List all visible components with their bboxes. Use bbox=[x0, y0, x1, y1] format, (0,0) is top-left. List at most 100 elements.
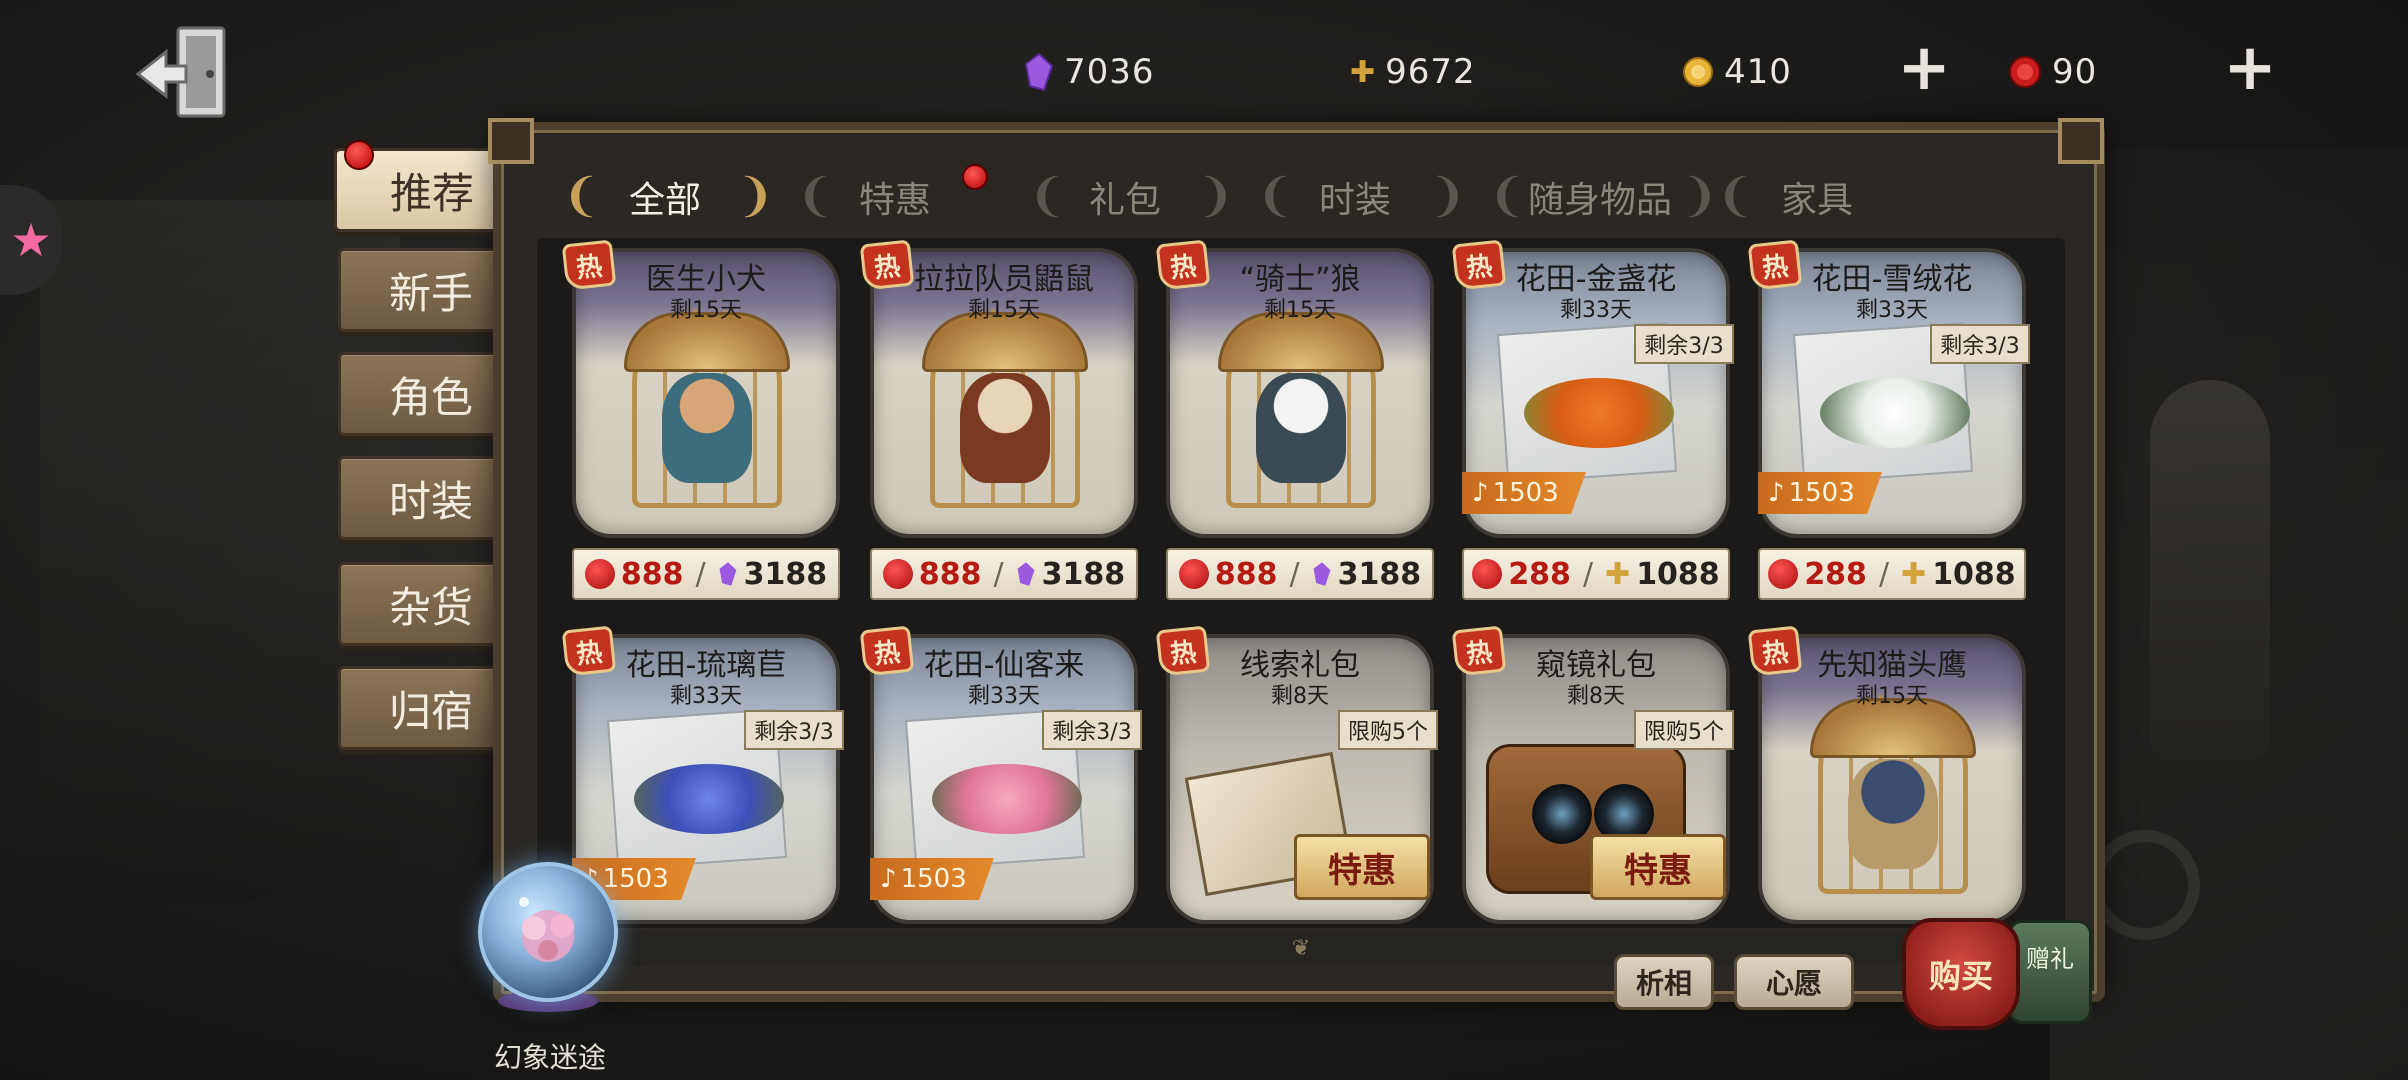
notes-badge: ♪1503 bbox=[1758, 472, 1882, 514]
price-seals: 888 bbox=[918, 556, 982, 592]
item-card[interactable]: “骑士”狼 剩15天 热 bbox=[1155, 239, 1434, 538]
item-card[interactable]: 花田-金盏花 剩33天 剩余3/3 ♪ 1503 热 bbox=[1451, 239, 1734, 538]
tab-sale[interactable]: 特惠 bbox=[830, 160, 960, 234]
hot-badge: 热 bbox=[859, 239, 915, 291]
sidebar-item-label: 归宿 bbox=[388, 686, 473, 736]
tab-accessory[interactable]: 随身物品 bbox=[1500, 160, 1700, 234]
item-card[interactable]: 花田-雪绒花 剩33天 剩余3/3 ♪ 1503 热 bbox=[1747, 239, 2030, 538]
remaining-badge: 剩余3/3 bbox=[1042, 710, 1142, 750]
cyclamen-flowers-icon bbox=[932, 764, 1082, 834]
price-bar[interactable]: 288 / ✚ 1088 bbox=[1758, 548, 2026, 600]
notes-badge: ♪1503 bbox=[1462, 472, 1586, 514]
price-separator: / bbox=[1289, 556, 1300, 592]
laurel-left-icon: ❨ bbox=[1256, 168, 1295, 222]
flying-squirrel-icon bbox=[960, 373, 1050, 483]
event-snow-globe-button[interactable] bbox=[478, 862, 618, 1002]
tab-gift-pack[interactable]: 礼包 bbox=[1060, 160, 1190, 234]
item-time-left: 剩33天 bbox=[670, 684, 742, 709]
purple-gem-icon bbox=[719, 562, 737, 586]
panel-corner-ornament bbox=[2058, 118, 2104, 164]
notification-dot bbox=[344, 140, 374, 170]
add-seals-button[interactable]: + bbox=[2220, 36, 2280, 100]
laurel-right-icon: ❩ bbox=[1196, 168, 1235, 222]
background-doll bbox=[2150, 380, 2270, 760]
hot-badge: 热 bbox=[1747, 239, 1803, 291]
laurel-right-icon: ❩ bbox=[1680, 168, 1719, 222]
purple-gem-icon bbox=[1024, 52, 1054, 92]
add-coins-button[interactable]: + bbox=[1894, 36, 1954, 100]
lens-icon bbox=[1532, 784, 1592, 844]
exit-door-icon bbox=[135, 26, 226, 118]
ornament-icon: ❦ bbox=[1291, 936, 1311, 961]
price-seals: 288 bbox=[1804, 556, 1867, 592]
item-time-left: 剩33天 bbox=[968, 684, 1040, 709]
purchase-limit-badge: 限购5个 bbox=[1338, 710, 1438, 750]
notes-badge: ♪1503 bbox=[870, 858, 994, 900]
exit-button[interactable] bbox=[130, 22, 240, 122]
item-time-left: 剩33天 bbox=[1856, 298, 1928, 323]
price-separator: / bbox=[1582, 556, 1594, 592]
price-gems: 3188 bbox=[743, 556, 828, 592]
hot-badge: 热 bbox=[561, 239, 617, 291]
sale-badge: 特惠 bbox=[1590, 834, 1726, 900]
buy-button[interactable]: 购买 bbox=[1902, 918, 2020, 1030]
laurel-right-icon: ❩ bbox=[736, 168, 775, 222]
remaining-badge: 剩余3/3 bbox=[1634, 324, 1734, 364]
item-card[interactable]: 线索礼包 剩8天 限购5个 特惠 热 bbox=[1155, 625, 1438, 924]
price-gems: 3188 bbox=[1337, 556, 1422, 592]
sidebar-item-label: 推荐 bbox=[389, 168, 474, 218]
hot-badge: 热 bbox=[1155, 239, 1211, 291]
tab-all[interactable]: 全部 bbox=[600, 160, 730, 234]
sale-badge: 特惠 bbox=[1294, 834, 1430, 900]
marigold-flowers-icon bbox=[1524, 378, 1674, 448]
item-time-left: 剩15天 bbox=[968, 298, 1040, 323]
notes-value: 1503 bbox=[900, 864, 967, 894]
price-bar[interactable]: 888 / 3188 bbox=[870, 548, 1138, 600]
music-note-icon: ♪ bbox=[880, 864, 897, 894]
item-time-left: 剩8天 bbox=[1567, 684, 1625, 709]
item-time-left: 剩15天 bbox=[1264, 298, 1336, 323]
wish-button[interactable]: 心愿 bbox=[1734, 954, 1854, 1010]
currency-coins: 410 bbox=[1682, 42, 1792, 102]
hot-badge: 热 bbox=[859, 625, 915, 677]
tab-costume[interactable]: 时装 bbox=[1290, 160, 1420, 234]
gift-button[interactable]: 赠礼 bbox=[2008, 920, 2092, 1024]
item-card[interactable]: 医生小犬 剩15天 热 bbox=[561, 239, 840, 538]
notification-dot bbox=[962, 164, 988, 190]
coins-value: 410 bbox=[1724, 52, 1792, 92]
sidebar-item-label: 角色 bbox=[388, 372, 473, 422]
plus-icon: + bbox=[1897, 31, 1951, 105]
background-film-reel bbox=[2090, 830, 2200, 940]
tab-label: 随身物品 bbox=[1527, 180, 1672, 221]
tab-furniture[interactable]: 家具 bbox=[1752, 160, 1882, 234]
plus-icon: + bbox=[2223, 31, 2277, 105]
try-on-button[interactable]: 析相 bbox=[1614, 954, 1714, 1010]
sidebar-item-label: 新手 bbox=[388, 268, 473, 318]
red-seal-icon bbox=[882, 559, 913, 589]
puzzle-value: 9672 bbox=[1385, 52, 1476, 92]
item-card[interactable]: 先知猫头鹰 剩15天 热 bbox=[1747, 625, 2026, 924]
puzzle-piece-icon: ✚ bbox=[1350, 54, 1376, 90]
gold-coin-icon bbox=[1683, 57, 1713, 87]
price-bar[interactable]: 288 / ✚ 1088 bbox=[1462, 548, 1730, 600]
item-card[interactable]: 拉拉队员鼯鼠 剩15天 热 bbox=[859, 239, 1138, 538]
star-icon: ★ bbox=[10, 213, 52, 267]
remaining-badge: 剩余3/3 bbox=[744, 710, 844, 750]
seals-value: 90 bbox=[2052, 52, 2098, 92]
item-time-left: 剩8天 bbox=[1271, 684, 1329, 709]
red-seal-icon bbox=[2009, 56, 2041, 88]
item-card[interactable]: 窥镜礼包 剩8天 限购5个 特惠 热 bbox=[1451, 625, 1734, 924]
price-gems: 3188 bbox=[1041, 556, 1126, 592]
notes-value: 1503 bbox=[1788, 478, 1855, 508]
buy-label: 购买 bbox=[1928, 957, 1993, 995]
hot-badge: 热 bbox=[561, 625, 617, 677]
wish-label: 心愿 bbox=[1765, 967, 1822, 1000]
price-bar[interactable]: 888 / 3188 bbox=[1166, 548, 1434, 600]
item-card[interactable]: 花田-仙客来 剩33天 剩余3/3 ♪ 1503 热 bbox=[859, 625, 1142, 924]
tab-label: 时装 bbox=[1318, 180, 1391, 221]
gift-label: 赠礼 bbox=[2026, 945, 2074, 973]
purchase-limit-badge: 限购5个 bbox=[1634, 710, 1734, 750]
red-seal-icon bbox=[1472, 559, 1503, 589]
price-bar[interactable]: 888 / 3188 bbox=[572, 548, 840, 600]
knight-wolf-icon bbox=[1256, 373, 1346, 483]
